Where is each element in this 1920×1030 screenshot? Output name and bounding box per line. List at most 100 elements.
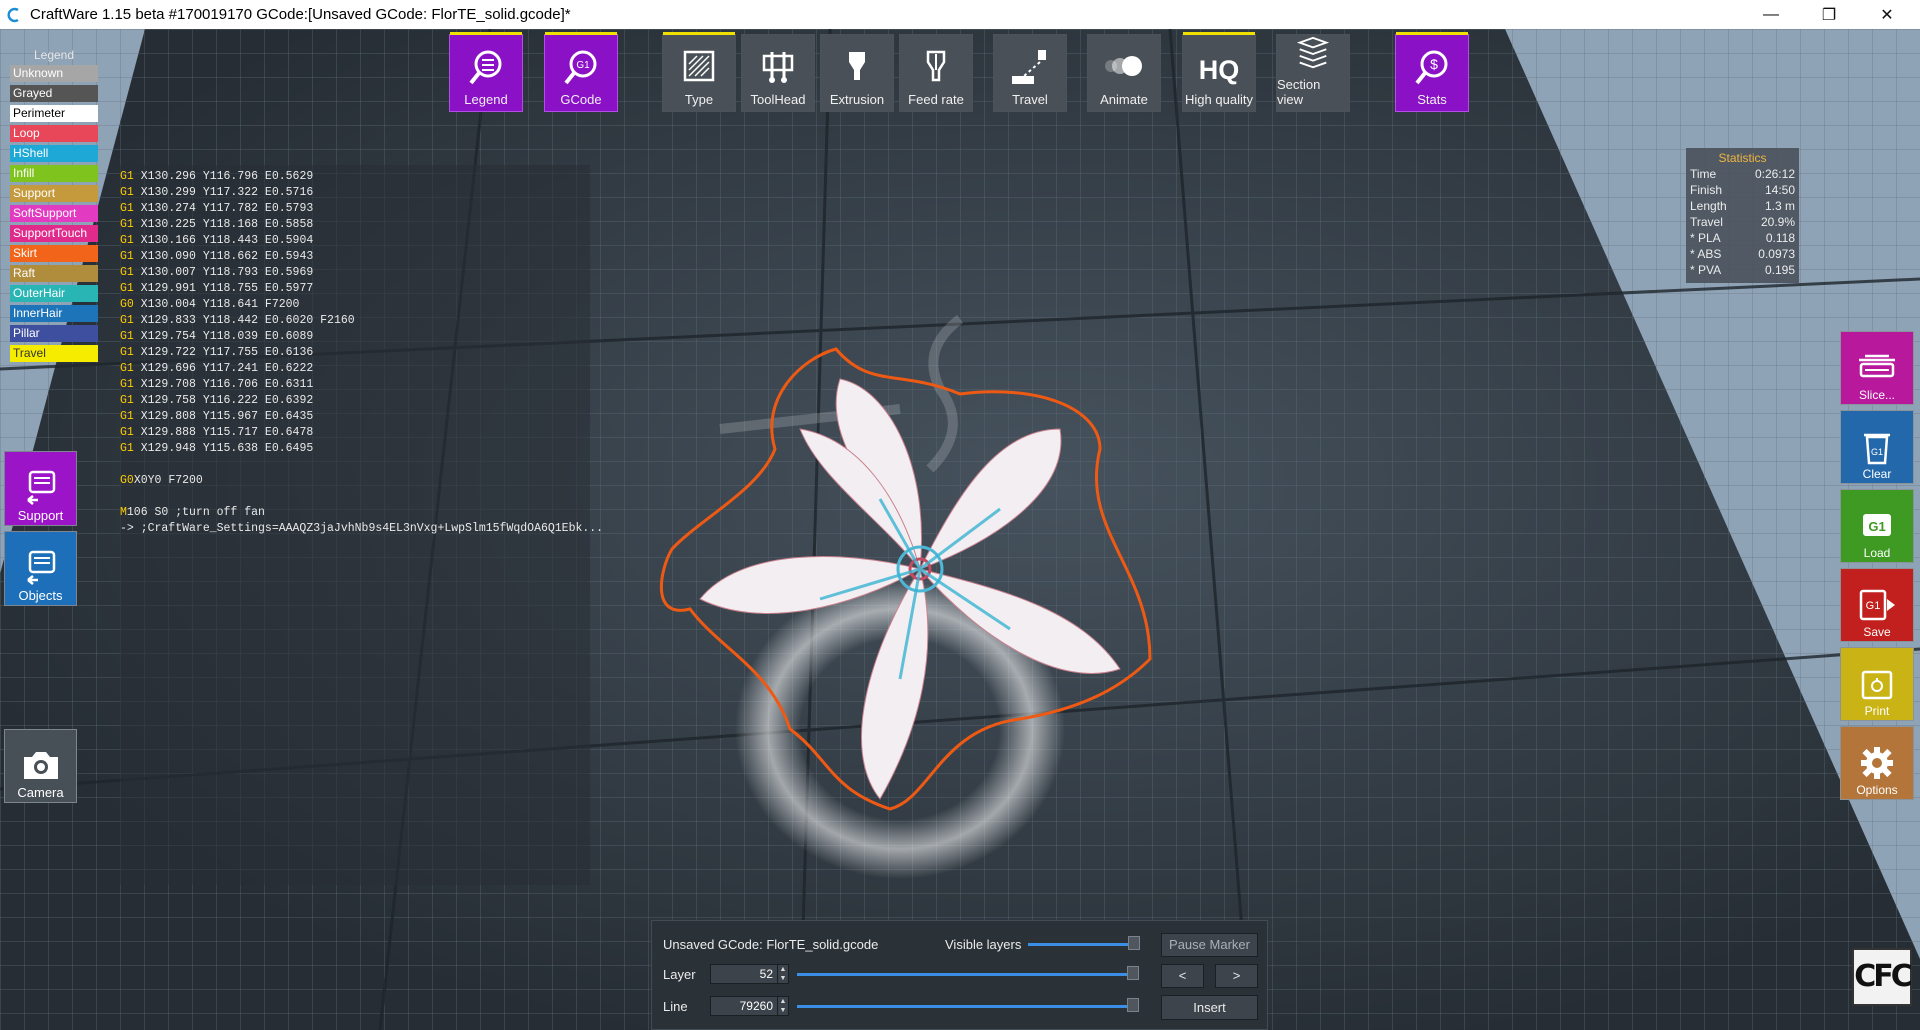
toolhead-view-label: ToolHead [750,92,806,107]
options-button[interactable]: Options [1840,726,1914,800]
gcode-line [120,457,590,473]
gcode-params: X129.948 Y115.638 E0.6495 [133,442,314,455]
layer-control-panel: Unsaved GCode: FlorTE_solid.gcode Visibl… [651,920,1268,1030]
legend-item: SupportTouch [10,225,98,242]
high-quality-label: High quality [1185,92,1253,107]
feedrate-view-button[interactable]: Feed rate [899,34,973,112]
next-button[interactable]: > [1215,964,1258,988]
statistics-value: 14:50 [1764,183,1795,197]
gcode-command: M [120,506,127,519]
clear-button[interactable]: G1 Clear [1840,410,1914,484]
clear-label: Clear [1862,467,1892,481]
legend-item: HShell [10,145,98,162]
gcode-line: G1 X129.888 Y115.717 E0.6478 [120,425,590,441]
gcode-line: G1 X129.754 Y118.039 E0.6089 [120,329,590,345]
objects-button[interactable]: Objects [4,531,77,606]
previous-button[interactable]: < [1161,964,1204,988]
options-label: Options [1856,783,1898,797]
support-printer-icon [26,470,55,505]
type-view-button[interactable]: Type [662,32,736,112]
gcode-listing-panel: G1 X130.296 Y116.796 E0.5629 G1 X130.299 … [120,165,603,885]
layer-slider[interactable] [797,973,1133,976]
stats-toggle-label: Stats [1417,92,1447,107]
legend-item: OuterHair [10,285,98,302]
gcode-params: X130.299 Y117.322 E0.5716 [133,186,314,199]
gcode-command: G1 [120,426,134,439]
load-label: Load [1863,546,1891,560]
gcode-line: G1 X130.166 Y118.443 E0.5904 [120,233,590,249]
close-icon[interactable]: ✕ [1858,0,1916,29]
gcode-command: G1 [120,410,134,423]
travel-view-label: Travel [1012,92,1048,107]
toolhead-view-button[interactable]: ToolHead [741,34,815,112]
minimize-icon[interactable]: — [1742,0,1800,29]
visible-layers-slider-thumb[interactable] [1128,936,1140,950]
support-label: Support [17,508,64,523]
feedrate-icon [926,50,946,82]
camera-button[interactable]: Camera [4,729,77,803]
layer-spin-arrows[interactable]: ▲ ▼ [777,964,789,984]
file-name-label: Unsaved GCode: FlorTE_solid.gcode [663,937,879,952]
layer-spinbox[interactable]: 52 [710,964,778,984]
line-slider-thumb[interactable] [1127,998,1139,1012]
line-spin-arrows[interactable]: ▲ ▼ [777,996,789,1016]
statistics-row: Time 0:26:12 [1690,166,1795,182]
statistics-value: 0.195 [1764,263,1795,277]
gcode-params: X129.888 Y115.717 E0.6478 [133,426,314,439]
layer-slider-thumb[interactable] [1127,966,1139,980]
restore-icon[interactable]: ❐ [1800,0,1858,29]
gear-icon [1861,747,1893,779]
statistics-row: Length 1.3 m [1690,198,1795,214]
high-quality-button[interactable]: HQ High quality [1182,32,1256,112]
statistics-row: Travel 20.9% [1690,214,1795,230]
animate-button[interactable]: Animate [1087,34,1161,112]
section-view-button[interactable]: Section view [1276,34,1350,112]
legend-panel: Legend Unknown Grayed Perimeter Loop HShell I… [10,48,98,365]
stats-toggle-button[interactable]: $ Stats [1395,32,1469,112]
visible-layers-label: Visible layers [945,937,1022,952]
gcode-line: G1 X130.296 Y116.796 E0.5629 [120,169,590,185]
print-button[interactable]: Print [1840,647,1914,721]
3d-viewport[interactable]: Legend Unknown Grayed Perimeter Loop HShell I… [0,29,1920,1030]
gcode-params: X130.166 Y118.443 E0.5904 [133,234,314,247]
legend-item: Unknown [10,65,98,82]
travel-view-button[interactable]: Travel [993,34,1067,112]
gcode-command: G1 [120,346,134,359]
extrusion-view-button[interactable]: Extrusion [820,34,894,112]
legend-toggle-button[interactable]: Legend [449,32,523,112]
gcode-params: 106 S0 ;turn off fan [126,506,265,519]
statistics-row: * ABS 0.0973 [1690,246,1795,262]
camera-label: Camera [17,785,64,800]
legend-item: Grayed [10,85,98,102]
legend-item: Pillar [10,325,98,342]
save-button[interactable]: G1 Save [1840,568,1914,642]
statistics-title: Statistics [1718,151,1767,165]
feedrate-view-label: Feed rate [908,92,964,107]
gcode-params: X129.754 Y118.039 E0.6089 [133,330,314,343]
gcode-line: G1 X129.708 Y116.706 E0.6311 [120,377,590,393]
legend-item: Travel [10,345,98,362]
type-icon [683,50,715,82]
gcode-params: X129.696 Y117.241 E0.6222 [133,362,314,375]
gcode-command: G1 [120,234,134,247]
insert-button[interactable]: Insert [1161,995,1258,1020]
pause-marker-button[interactable]: Pause Marker [1161,933,1258,957]
slice-button[interactable]: Slice... [1840,331,1914,405]
statistics-label: * PLA [1690,231,1721,245]
load-button[interactable]: G1 Load [1840,489,1914,563]
gcode-command: G1 [120,378,134,391]
gcode-params: X129.833 Y118.442 E0.6020 F2160 [133,314,355,327]
line-slider[interactable] [797,1005,1133,1008]
statistics-row: * PLA 0.118 [1690,230,1795,246]
section-view-icon [1296,36,1330,69]
visible-layers-slider[interactable] [1028,943,1134,946]
legend-item: Perimeter [10,105,98,122]
gcode-line: G1 X129.948 Y115.638 E0.6495 [120,441,590,457]
line-spinbox[interactable]: 79260 [710,996,778,1016]
gcode-command: G1 [120,186,134,199]
type-view-label: Type [684,92,714,107]
window-title: CraftWare 1.15 beta #170019170 GCode:[Un… [30,6,571,23]
gcode-toggle-button[interactable]: G1 GCode [544,32,618,112]
support-button[interactable]: Support [4,451,77,526]
gcode-line: G1 X130.090 Y118.662 E0.5943 [120,249,590,265]
